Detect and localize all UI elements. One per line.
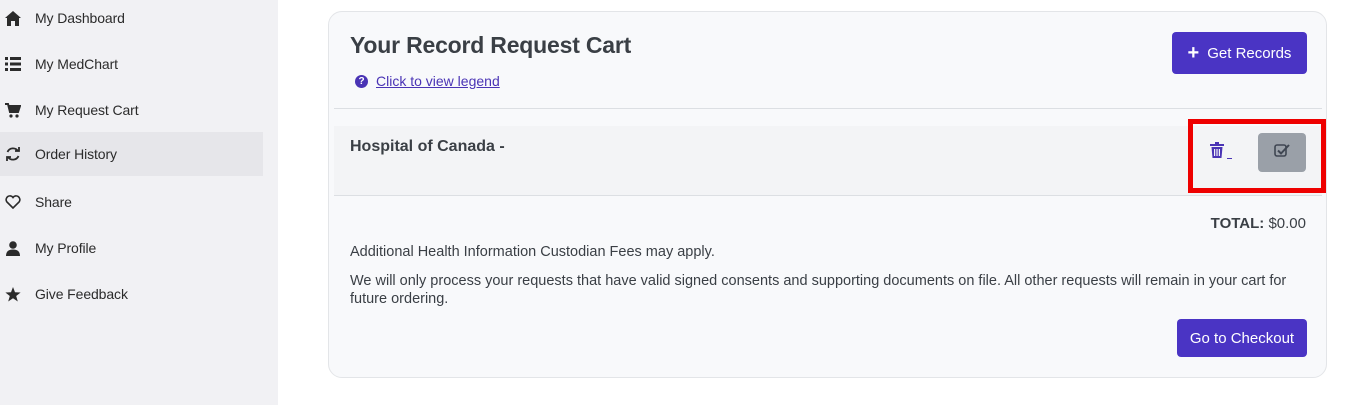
sidebar-item-label: My MedChart: [35, 56, 118, 72]
question-circle-icon: ?: [355, 74, 368, 88]
divider: [334, 108, 1322, 109]
list-icon: [5, 56, 21, 72]
get-records-button[interactable]: + Get Records: [1172, 32, 1307, 74]
heart-icon: [5, 194, 21, 210]
sidebar-item-give-feedback[interactable]: Give Feedback: [0, 272, 263, 316]
highlight-box: [1188, 119, 1326, 193]
legend-link-label: Click to view legend: [376, 73, 500, 89]
refresh-icon: [5, 146, 21, 162]
get-records-label: Get Records: [1207, 44, 1292, 62]
view-legend-link[interactable]: ? Click to view legend: [355, 73, 500, 89]
sidebar-item-my-medchart[interactable]: My MedChart: [0, 42, 263, 86]
cart-item-name: Hospital of Canada -: [350, 138, 505, 155]
sidebar-item-label: My Request Cart: [35, 102, 139, 118]
sidebar-item-label: My Dashboard: [35, 10, 125, 26]
sidebar-item-my-dashboard[interactable]: My Dashboard: [0, 0, 263, 40]
sidebar: My Dashboard My MedChart My Request Cart…: [0, 0, 278, 405]
page-title: Your Record Request Cart: [350, 32, 632, 58]
sidebar-item-order-history[interactable]: Order History: [0, 132, 263, 176]
divider: [334, 195, 1322, 196]
sidebar-item-my-request-cart[interactable]: My Request Cart: [0, 88, 263, 132]
go-to-checkout-button[interactable]: Go to Checkout: [1177, 319, 1307, 357]
total-value: $0.00: [1268, 215, 1306, 232]
cart-icon: [5, 102, 21, 118]
sidebar-item-my-profile[interactable]: My Profile: [0, 226, 263, 270]
sidebar-item-label: My Profile: [35, 240, 97, 256]
sidebar-item-share[interactable]: Share: [0, 180, 263, 224]
request-cart-card: Your Record Request Cart ? Click to view…: [328, 11, 1327, 378]
sidebar-item-label: Order History: [35, 146, 117, 162]
fees-note: Additional Health Information Custodian …: [350, 244, 715, 260]
star-icon: [5, 286, 21, 302]
plus-icon: +: [1187, 42, 1200, 64]
sidebar-item-label: Give Feedback: [35, 286, 128, 302]
total-label: TOTAL:: [1210, 215, 1265, 232]
user-icon: [5, 240, 21, 256]
cart-total: TOTAL: $0.00: [1211, 215, 1306, 232]
home-icon: [5, 10, 21, 26]
sidebar-item-label: Share: [35, 194, 72, 210]
process-note: We will only process your requests that …: [350, 273, 1287, 307]
cart-item-row: Hospital of Canada -: [334, 126, 1322, 195]
